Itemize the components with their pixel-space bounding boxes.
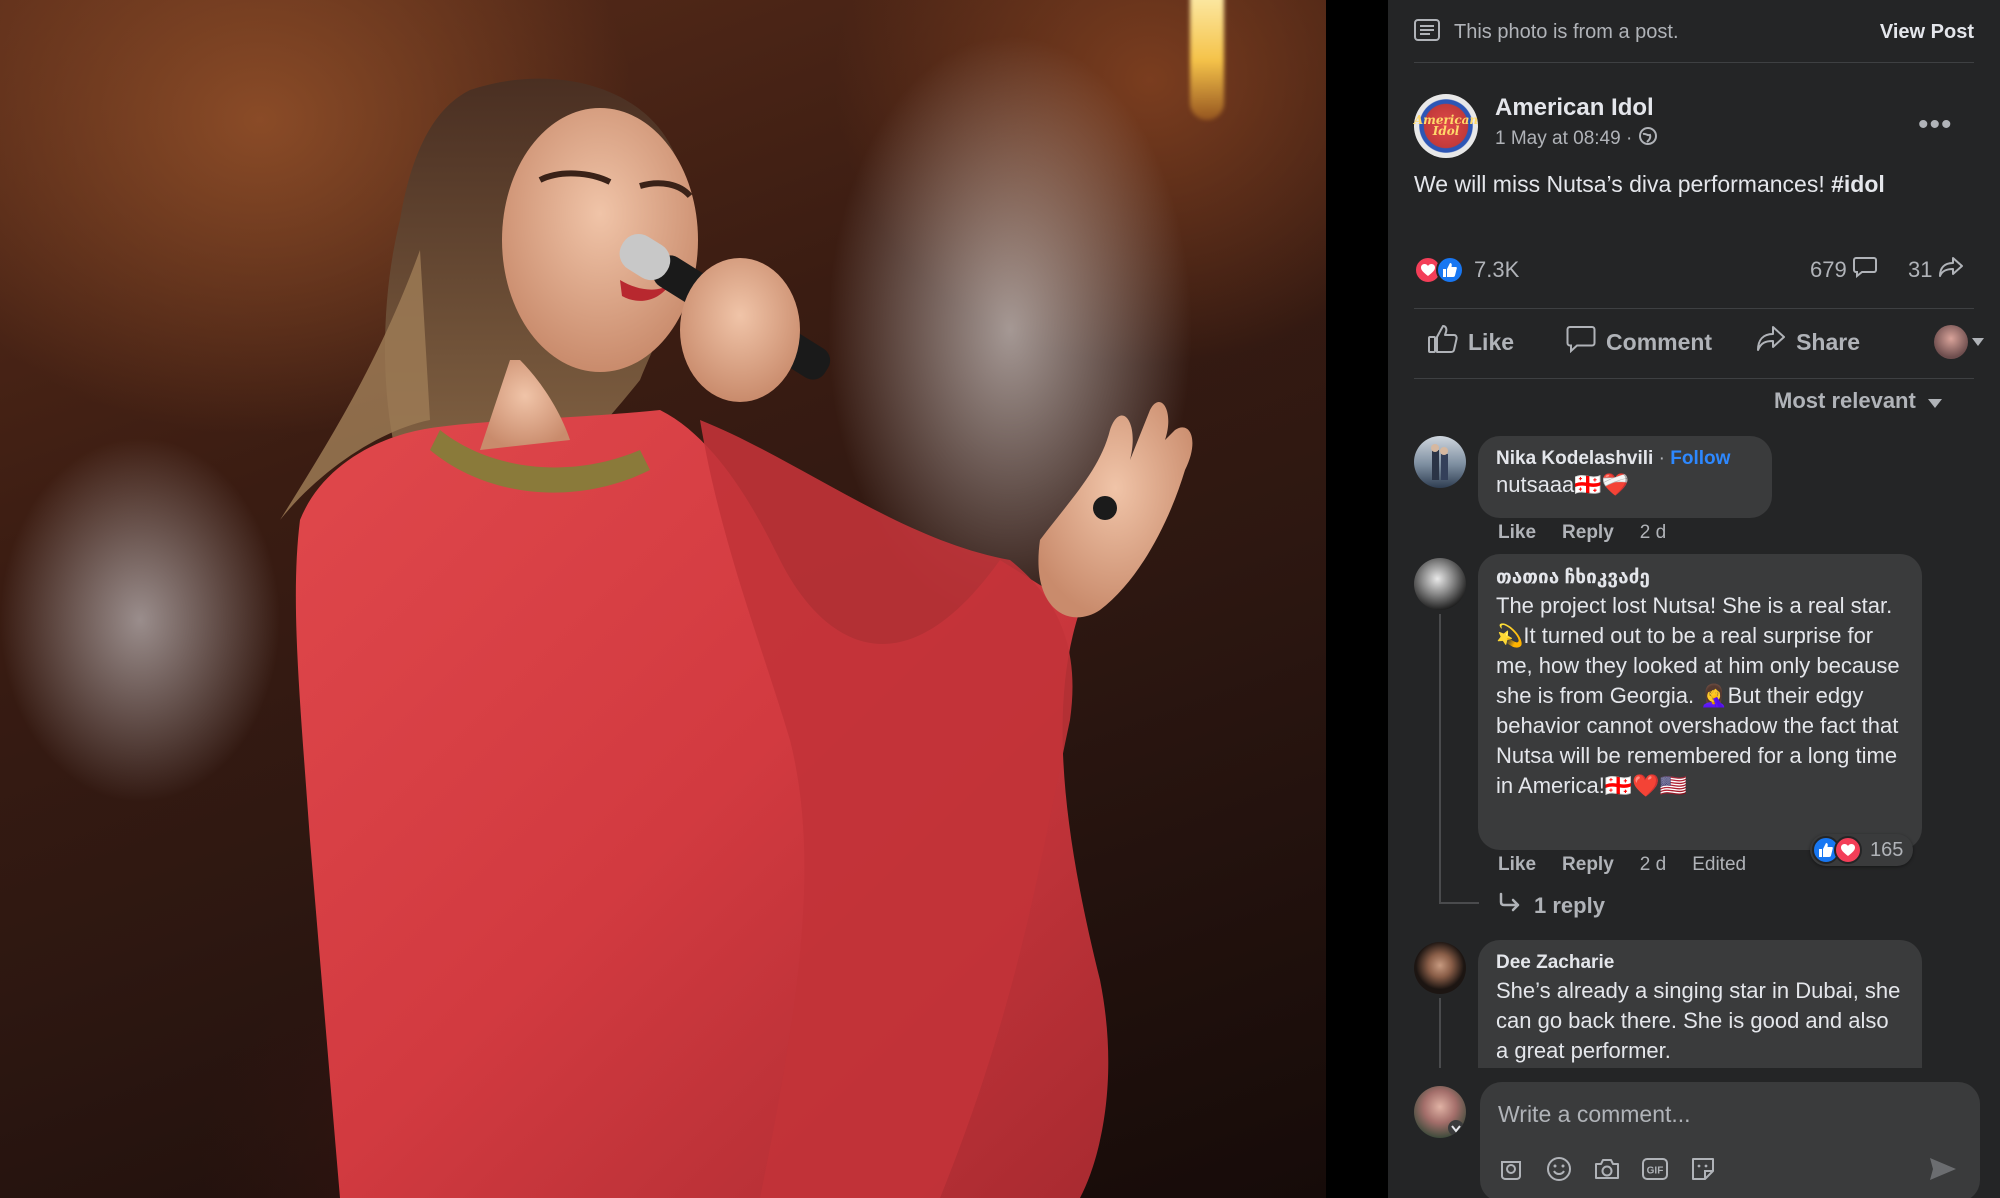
comment-author[interactable]: Dee Zacharie — [1496, 952, 1904, 974]
love-reaction-icon — [1834, 836, 1862, 864]
emoji-icon[interactable] — [1546, 1156, 1572, 1182]
reply-thread-line — [1439, 614, 1441, 904]
post-timestamp[interactable]: 1 May at 08:49 · — [1495, 128, 1632, 150]
follow-separator: · — [1653, 448, 1671, 469]
post-actions: Like Comment Share — [1414, 316, 1984, 368]
comment-reaction-count: 165 — [1870, 838, 1904, 861]
reply-arrow-icon — [1498, 892, 1522, 920]
comment-icon — [1566, 325, 1596, 359]
share-count[interactable]: 31 — [1908, 256, 1964, 284]
like-button[interactable]: Like — [1428, 325, 1514, 359]
divider — [1414, 62, 1974, 63]
commenter-avatar[interactable] — [1414, 558, 1466, 610]
comment-text: She’s already a singing star in Dubai, s… — [1496, 978, 1901, 1063]
post-text: We will miss Nutsa’s diva performances! … — [1414, 171, 1885, 198]
comment-label: Comment — [1606, 328, 1713, 355]
reply-thread-line — [1439, 998, 1441, 1068]
share-arrow-icon — [1938, 256, 1964, 284]
comment-like-button[interactable]: Like — [1498, 522, 1536, 544]
composer-divider — [1388, 1068, 2000, 1080]
comment-bubble: Nika Kodelashvili · Follow nutsaaa🇬🇪❤️‍🩹 — [1478, 436, 1772, 518]
comment-reply-button[interactable]: Reply — [1562, 854, 1614, 876]
sticker-icon[interactable] — [1690, 1156, 1716, 1182]
thumbs-up-icon — [1428, 325, 1458, 359]
comment-author[interactable]: Nika Kodelashvili — [1496, 448, 1653, 469]
singer-illustration — [280, 78, 1193, 1198]
globe-icon — [1638, 126, 1658, 152]
current-user-avatar[interactable] — [1414, 1086, 1466, 1138]
comment-bubble: Dee Zacharie She’s already a singing sta… — [1478, 940, 1922, 1068]
replies-count-label: 1 reply — [1534, 893, 1605, 918]
post-notice: This photo is from a post. View Post — [1414, 14, 1974, 50]
comment-actions: Like Reply 2 d — [1498, 522, 1666, 544]
commenter-avatar[interactable] — [1414, 942, 1466, 994]
reply-thread-line — [1439, 902, 1479, 904]
post-body: We will miss Nutsa’s diva performances! — [1414, 171, 1832, 197]
divider — [1414, 308, 1974, 309]
share-icon — [1756, 325, 1786, 359]
comment-bubble: თათია ჩხიკვაძე The project lost Nutsa! S… — [1478, 554, 1922, 850]
share-button[interactable]: Share — [1756, 325, 1860, 359]
comment-reactions[interactable]: 165 — [1810, 834, 1914, 866]
camera-icon[interactable] — [1594, 1156, 1620, 1182]
document-icon — [1414, 18, 1440, 46]
gif-icon[interactable]: GIF — [1642, 1156, 1668, 1182]
avatar-logo-text: American Idol — [1413, 113, 1479, 138]
reaction-count: 7.3K — [1474, 257, 1520, 282]
hashtag-link[interactable]: #idol — [1831, 171, 1885, 197]
caret-down-icon — [1927, 388, 1942, 414]
caret-down-icon — [1972, 333, 1984, 351]
svg-text:GIF: GIF — [1647, 1166, 1664, 1177]
comment-like-button[interactable]: Like — [1498, 854, 1536, 876]
view-replies-link[interactable]: 1 reply — [1498, 892, 1605, 920]
comment-sort-dropdown[interactable]: Most relevant — [1774, 388, 1942, 414]
follow-button[interactable]: Follow — [1670, 448, 1730, 469]
post-photo[interactable] — [0, 0, 1326, 1198]
share-label: Share — [1796, 328, 1861, 355]
comment-bubble-icon — [1852, 256, 1877, 284]
comment-age[interactable]: 2 d — [1640, 522, 1666, 544]
divider — [1414, 378, 1974, 379]
comment-text: The project lost Nutsa! She is a real st… — [1496, 593, 1900, 798]
share-count-value: 31 — [1908, 257, 1933, 282]
view-post-link[interactable]: View Post — [1880, 21, 1974, 44]
page-avatar[interactable]: American Idol — [1414, 94, 1478, 158]
comment-author-line: Nika Kodelashvili · Follow — [1496, 448, 1754, 470]
photo-viewer-gutter — [1326, 0, 1388, 1198]
avatar-sticker-icon[interactable] — [1498, 1156, 1524, 1182]
comment-count-value: 679 — [1810, 257, 1847, 282]
like-reaction-icon — [1436, 256, 1464, 284]
user-avatar — [1934, 325, 1968, 359]
send-icon[interactable] — [1928, 1156, 1958, 1187]
edited-label: Edited — [1692, 854, 1747, 875]
notice-text: This photo is from a post. — [1454, 20, 1679, 43]
page-name[interactable]: American Idol — [1495, 94, 1654, 122]
comment-reply-button[interactable]: Reply — [1562, 522, 1614, 544]
comment-as-selector[interactable] — [1934, 325, 1984, 359]
comment-age[interactable]: 2 d — [1640, 854, 1666, 876]
comment-count[interactable]: 679 — [1810, 256, 1877, 284]
comment-composer: GIF — [1480, 1082, 1980, 1198]
comment-button[interactable]: Comment — [1566, 325, 1712, 359]
sort-label: Most relevant — [1774, 388, 1916, 413]
post-details-panel: This photo is from a post. View Post Ame… — [1388, 0, 2000, 1198]
comment-input[interactable] — [1498, 1096, 1938, 1132]
more-options-icon[interactable]: ••• — [1918, 108, 1953, 142]
comment-actions: Like Reply 2 d Edited — [1498, 854, 1746, 876]
composer-tools: GIF — [1498, 1156, 1716, 1182]
post-meta: 1 May at 08:49 · — [1495, 126, 1658, 152]
reaction-summary[interactable]: 7.3K — [1414, 256, 1519, 284]
like-label: Like — [1468, 328, 1515, 355]
comment-author[interactable]: თათია ჩხიკვაძე — [1496, 566, 1904, 589]
commenter-avatar[interactable] — [1414, 436, 1466, 488]
comment-text: nutsaaa🇬🇪❤️‍🩹 — [1496, 472, 1630, 497]
